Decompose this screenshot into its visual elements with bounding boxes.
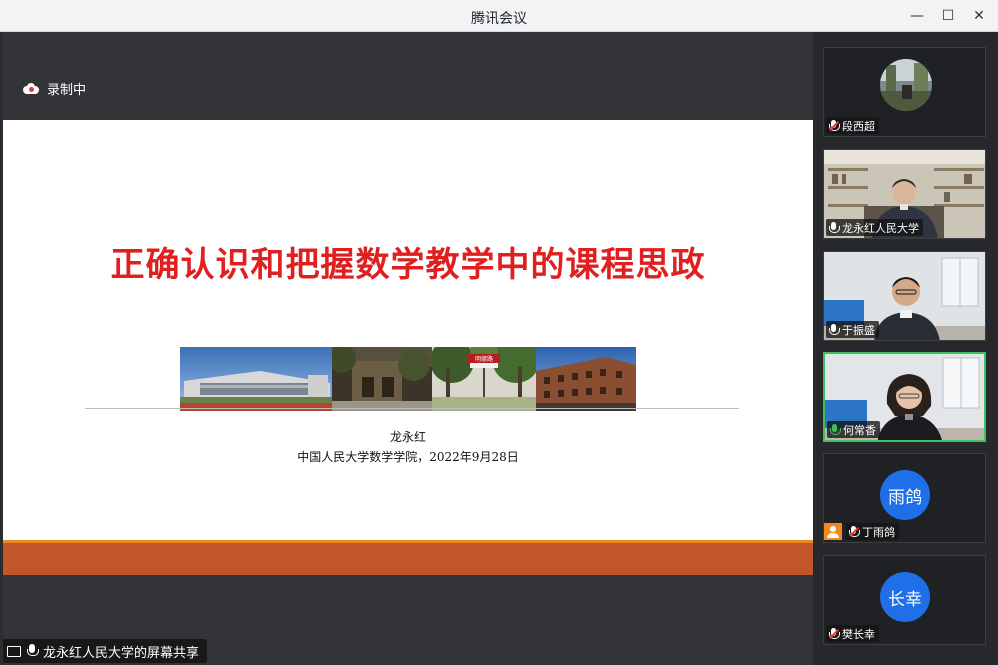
participant-sidebar: 段西超 龙永红人民大学 于振盛 何常香 雨鸽 丁雨鸽 长幸 樊长幸	[813, 32, 998, 665]
slide-author: 龙永红	[389, 430, 426, 444]
participant-name-tag: 于振盛	[826, 321, 879, 338]
participant-name: 何常香	[843, 423, 876, 437]
campus-photo-road-sign: 明德路	[432, 347, 536, 411]
screen-share-text: 龙永红人民大学的屏幕共享	[43, 645, 200, 661]
window-title: 腾讯会议	[471, 11, 527, 27]
host-user-icon	[824, 523, 842, 540]
screen-share-label: 龙永红人民大学的屏幕共享	[3, 639, 208, 663]
participant-name: 龙永红人民大学	[842, 221, 919, 235]
participant-tile[interactable]: 雨鸽 丁雨鸽	[823, 453, 986, 543]
window-titlebar: 腾讯会议 — ☐ ✕	[0, 0, 998, 32]
participant-name-tag: 段西超	[826, 117, 879, 134]
participant-name: 于振盛	[842, 323, 875, 337]
participant-name: 樊长幸	[842, 627, 875, 641]
participant-name-tag: 何常香	[827, 421, 880, 438]
mic-muted-icon	[829, 119, 840, 132]
recording-indicator[interactable]: 录制中	[23, 79, 86, 98]
microphone-icon	[829, 221, 840, 234]
campus-photo-building	[180, 347, 332, 411]
participant-name-tag: 龙永红人民大学	[826, 219, 923, 236]
cloud-record-icon	[23, 83, 39, 94]
participant-name: 丁雨鸽	[862, 525, 895, 539]
minimize-button[interactable]: —	[902, 4, 932, 28]
participant-name-tag: 丁雨鸽	[846, 523, 899, 540]
participant-tile[interactable]: 段西超	[823, 47, 986, 137]
participant-initials-avatar: 长幸	[880, 572, 930, 622]
slide-divider	[85, 408, 739, 409]
campus-photo-brick-building	[536, 347, 636, 411]
slide-title: 正确认识和把握数学教学中的课程思政	[110, 245, 706, 285]
participant-name: 段西超	[842, 119, 875, 133]
participant-tile[interactable]: 龙永红人民大学	[823, 149, 986, 239]
microphone-icon	[829, 323, 840, 336]
microphone-icon	[27, 644, 39, 658]
recording-label: 录制中	[47, 83, 87, 98]
presentation-slide: 正确认识和把握数学教学中的课程思政 明德路 龙永红 中国人民大学数学学院，202…	[3, 120, 813, 575]
campus-photo-arch	[332, 347, 432, 411]
recording-bar: 录制中	[3, 32, 813, 120]
screen-share-icon	[7, 645, 21, 657]
campus-photo-strip: 明德路	[180, 347, 636, 411]
road-sign-text: 明德路	[475, 355, 493, 363]
close-button[interactable]: ✕	[964, 4, 994, 28]
participant-tile[interactable]: 于振盛	[823, 251, 986, 341]
slide-affiliation: 中国人民大学数学学院，2022年9月28日	[297, 450, 519, 464]
minimize-icon: —	[910, 8, 924, 24]
participant-tile-active-speaker[interactable]: 何常香	[823, 352, 986, 442]
participant-initials-avatar: 雨鸽	[880, 470, 930, 520]
maximize-button[interactable]: ☐	[933, 4, 963, 28]
shared-screen-area: 录制中 正确认识和把握数学教学中的课程思政 明德路 龙永红 中国人民大学数学学院…	[3, 32, 813, 665]
participant-avatar	[880, 59, 932, 111]
participant-tile[interactable]: 长幸 樊长幸	[823, 555, 986, 645]
mic-muted-icon	[849, 525, 860, 538]
mic-muted-icon	[829, 627, 840, 640]
close-icon: ✕	[973, 8, 985, 24]
slide-footer-bar	[3, 543, 813, 575]
maximize-icon: ☐	[941, 8, 955, 24]
participant-name-tag: 樊长幸	[826, 625, 879, 642]
mic-speaking-icon	[830, 423, 841, 436]
